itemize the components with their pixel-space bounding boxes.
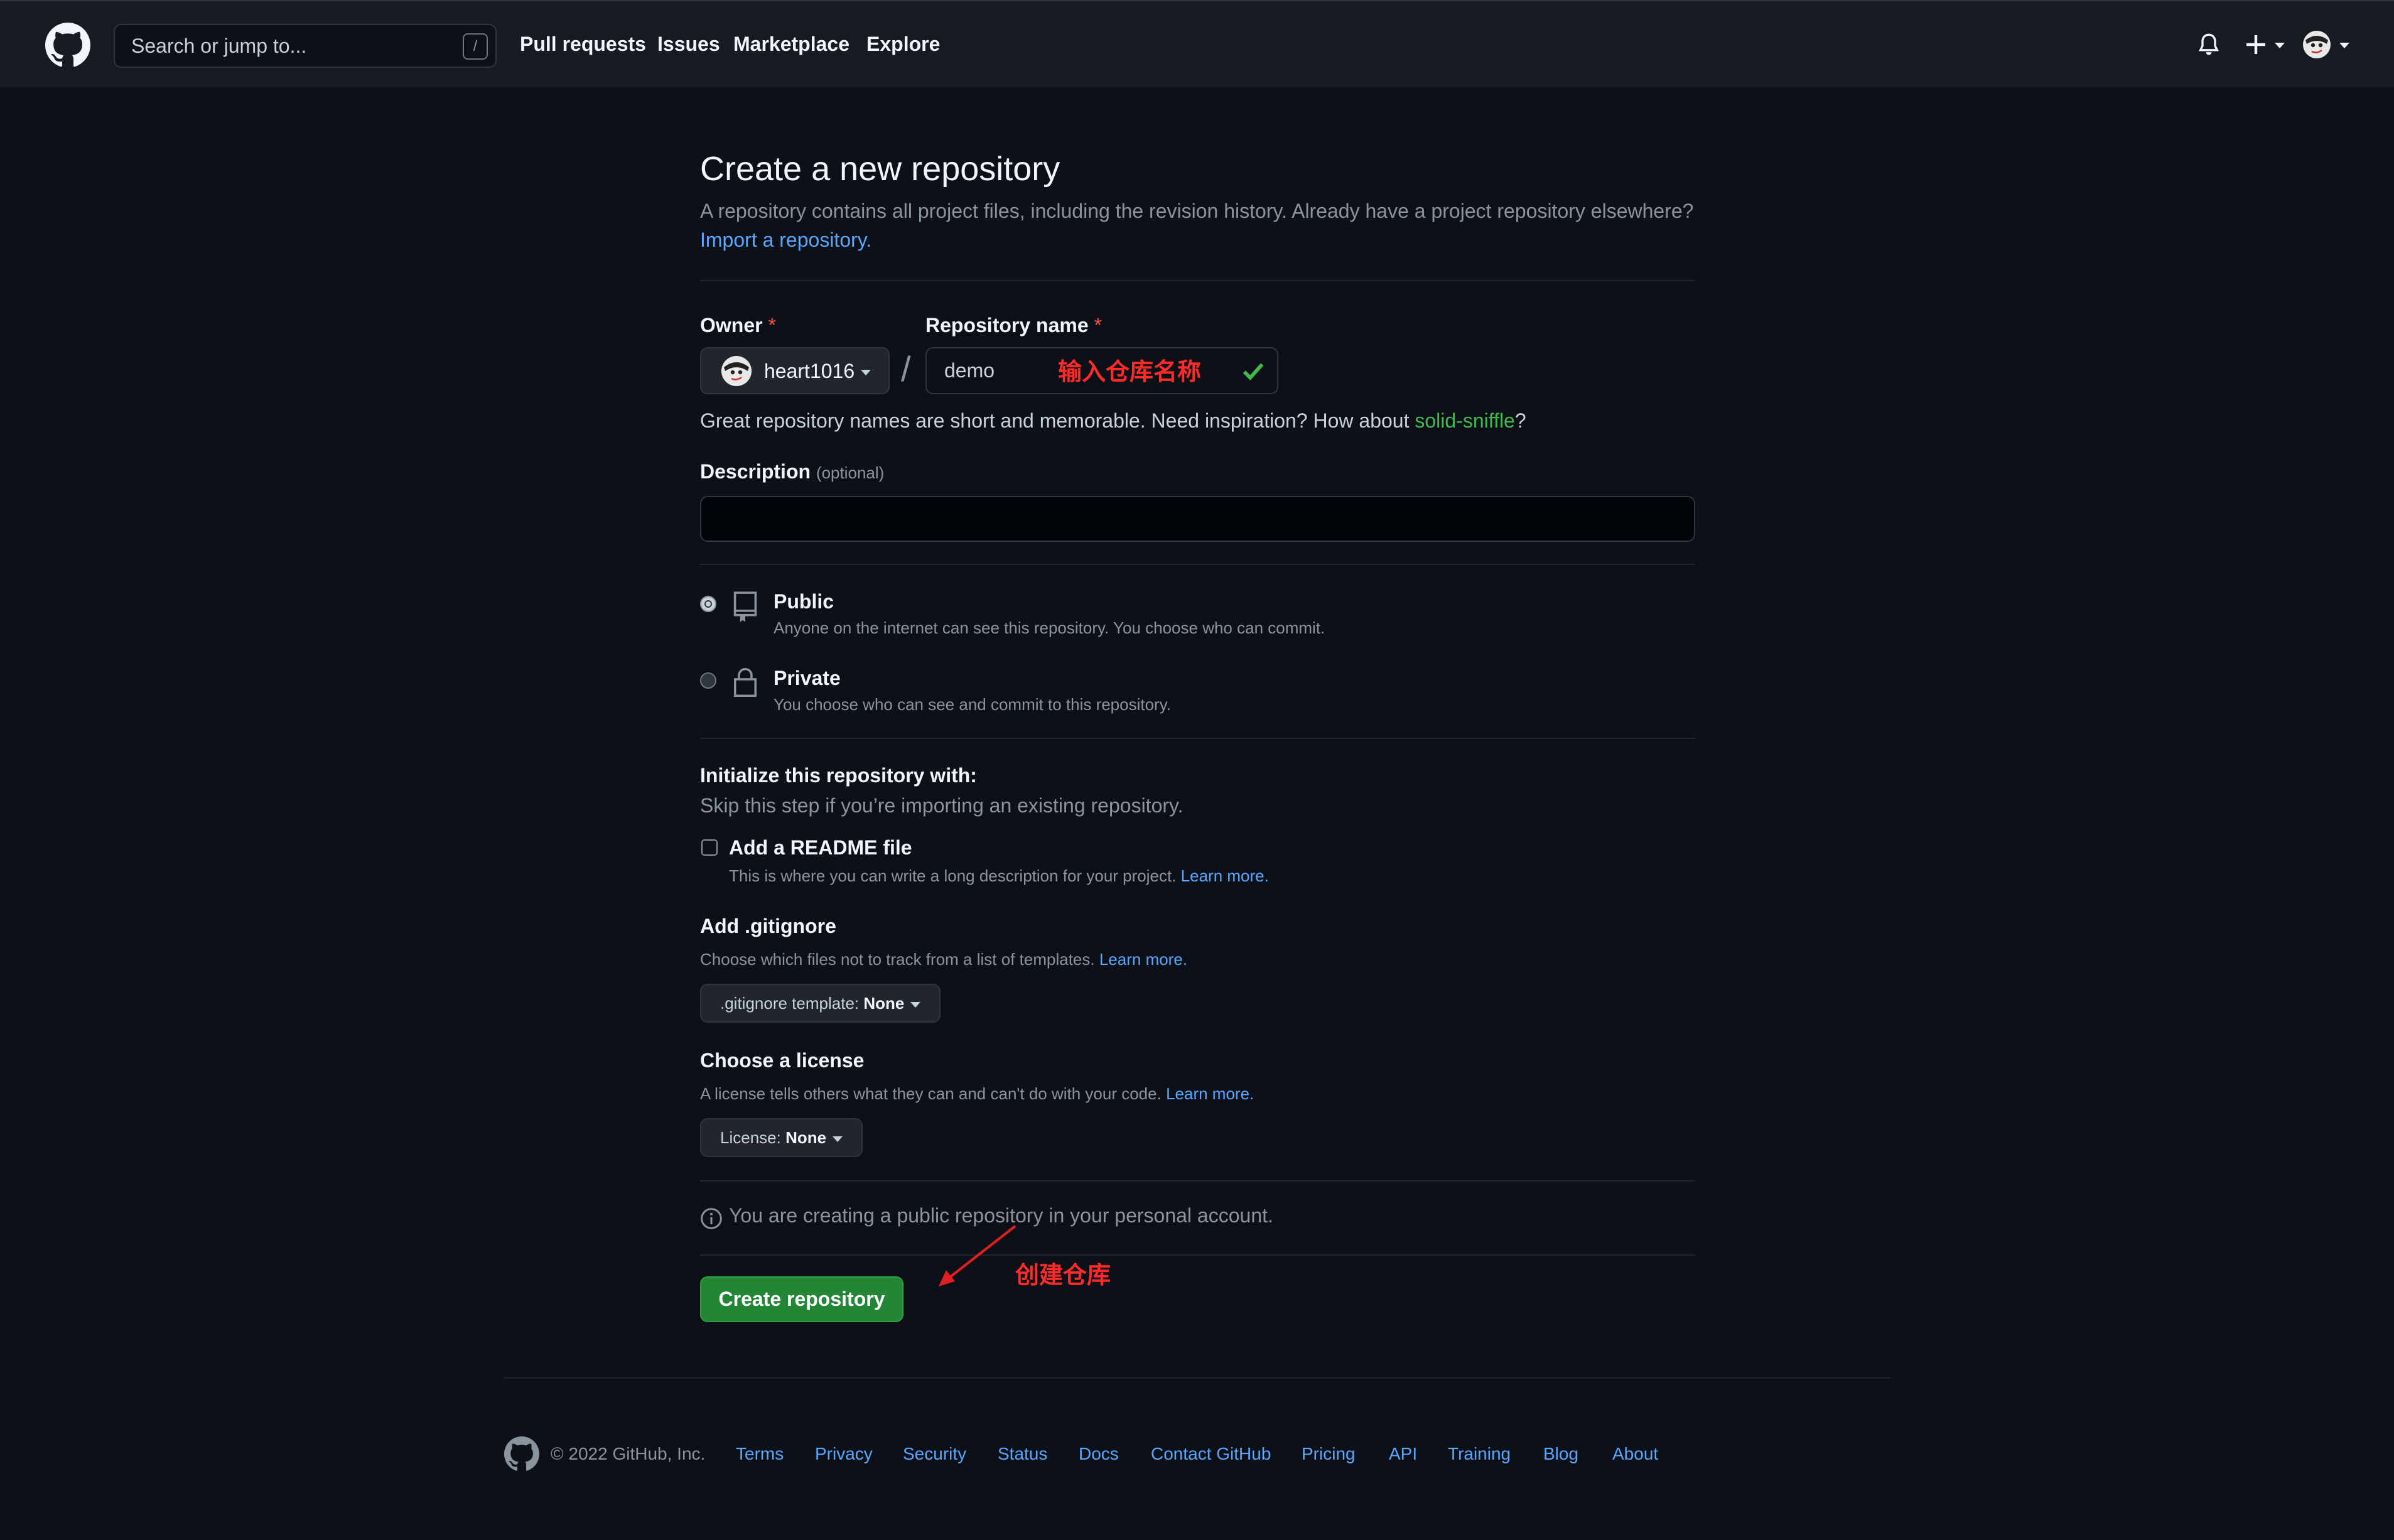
footer-link-docs[interactable]: Docs (1079, 1444, 1119, 1464)
footer-link-status[interactable]: Status (998, 1444, 1047, 1464)
private-option-desc: You choose who can see and commit to thi… (774, 695, 1172, 714)
owner-select-button[interactable]: heart1016 (700, 347, 890, 394)
create-repository-button[interactable]: Create repository (700, 1276, 903, 1322)
init-title: Initialize this repository with: (700, 764, 977, 787)
footer-link-api[interactable]: API (1389, 1444, 1417, 1464)
footer-copyright: © 2022 GitHub, Inc. (551, 1444, 706, 1463)
nav-explore[interactable]: Explore (866, 31, 940, 57)
footer-link-security[interactable]: Security (903, 1444, 966, 1464)
check-icon (1243, 363, 1264, 380)
plus-icon (2246, 35, 2285, 54)
owner-repo-separator: / (901, 349, 911, 389)
footer-link-contact[interactable]: Contact GitHub (1151, 1444, 1271, 1464)
name-suggestion-link[interactable]: solid-sniffle (1415, 409, 1514, 432)
annotation-create-note: 创建仓库 (1015, 1261, 1111, 1289)
readme-desc-text: This is where you can write a long descr… (729, 866, 1177, 885)
annotation-repo-name-note: 输入仓库名称 (1058, 357, 1202, 385)
gitignore-template-select[interactable]: .gitignore template: None (700, 984, 941, 1023)
gitignore-title: Add .gitignore (700, 915, 836, 937)
footer-link-about[interactable]: About (1612, 1444, 1658, 1464)
divider (700, 1254, 1695, 1256)
gitignore-desc-text: Choose which files not to track from a l… (700, 950, 1095, 969)
public-option-desc: Anyone on the internet can see this repo… (774, 618, 1325, 637)
readme-label: Add a README file (729, 836, 912, 859)
divider (700, 738, 1695, 739)
description-label-text: Description (700, 460, 811, 483)
repo-name-label-text: Repository name (925, 314, 1089, 337)
user-menu-dropdown[interactable] (2302, 29, 2356, 63)
repo-name-label: Repository name * (925, 314, 1102, 337)
github-logo-icon[interactable] (45, 23, 90, 68)
annotation-arrow-icon (939, 1225, 1016, 1286)
search-shortcut-badge: / (463, 33, 488, 60)
search-placeholder: Search or jump to... (131, 35, 307, 57)
divider (700, 564, 1695, 565)
footer-divider (504, 1377, 1890, 1379)
owner-name: heart1016 (764, 360, 871, 383)
nav-marketplace[interactable]: Marketplace (733, 31, 849, 57)
footer-link-training[interactable]: Training (1448, 1444, 1511, 1464)
license-select-value: None (785, 1128, 827, 1147)
info-icon (701, 1208, 722, 1229)
nav-issues[interactable]: Issues (657, 31, 720, 57)
repository-name-value: demo (944, 359, 995, 382)
avatar-image-icon (721, 356, 752, 386)
footer-link-privacy[interactable]: Privacy (815, 1444, 873, 1464)
gitignore-select-value: None (863, 994, 905, 1013)
page-title: Create a new repository (700, 150, 1060, 188)
readme-checkbox[interactable] (701, 839, 718, 856)
license-learn-more-link[interactable]: Learn more. (1166, 1084, 1254, 1103)
github-footer-logo-icon[interactable] (504, 1436, 539, 1472)
page-subtitle: A repository contains all project files,… (700, 200, 1694, 222)
search-input[interactable]: Search or jump to... / (114, 24, 497, 68)
license-desc: A license tells others what they can and… (700, 1084, 1254, 1104)
license-title: Choose a license (700, 1049, 865, 1072)
readme-learn-more-link[interactable]: Learn more. (1181, 866, 1269, 885)
footer-link-blog[interactable]: Blog (1543, 1444, 1578, 1464)
optional-hint: (optional) (816, 463, 885, 482)
license-desc-text: A license tells others what they can and… (700, 1084, 1162, 1103)
gitignore-learn-more-link[interactable]: Learn more. (1099, 950, 1187, 969)
description-label: Description (optional) (700, 460, 884, 483)
import-repository-link[interactable]: Import a repository. (700, 229, 871, 252)
required-mark: * (1094, 314, 1102, 337)
divider (700, 280, 1695, 281)
readme-desc: This is where you can write a long descr… (729, 866, 1269, 886)
footer-link-terms[interactable]: Terms (736, 1444, 784, 1464)
repo-name-hint: Great repository names are short and mem… (700, 409, 1526, 433)
hint-text: Great repository names are short and mem… (700, 409, 1415, 432)
private-radio[interactable] (700, 672, 716, 689)
caret-down-icon (910, 1001, 921, 1008)
footer-link-pricing[interactable]: Pricing (1302, 1444, 1356, 1464)
hint-end: ? (1514, 409, 1526, 432)
divider (700, 1180, 1695, 1182)
repo-icon (733, 591, 757, 622)
owner-avatar (721, 356, 752, 386)
owner-name-text: heart1016 (764, 360, 855, 382)
nav-pull-requests[interactable]: Pull requests (520, 31, 646, 57)
owner-label-text: Owner (700, 314, 763, 337)
public-option-title: Public (774, 590, 834, 613)
init-subtitle: Skip this step if you’re importing an ex… (700, 794, 1184, 817)
caret-down-icon (833, 1136, 843, 1142)
notifications-bell-icon[interactable] (2197, 33, 2220, 58)
owner-label: Owner * (700, 314, 776, 337)
create-new-dropdown[interactable] (2245, 30, 2290, 62)
public-radio[interactable] (700, 596, 716, 612)
description-input[interactable] (700, 496, 1695, 542)
avatar-icon (2303, 31, 2349, 58)
gitignore-desc: Choose which files not to track from a l… (700, 950, 1187, 969)
license-select[interactable]: License: None (700, 1118, 863, 1157)
top-header: Search or jump to... / Pull requests Iss… (0, 0, 2394, 87)
gitignore-select-prefix: .gitignore template: (720, 994, 860, 1013)
license-select-prefix: License: (720, 1128, 781, 1147)
required-mark: * (768, 314, 776, 337)
lock-icon (734, 668, 757, 697)
caret-down-icon (861, 370, 871, 376)
private-option-title: Private (774, 667, 841, 689)
